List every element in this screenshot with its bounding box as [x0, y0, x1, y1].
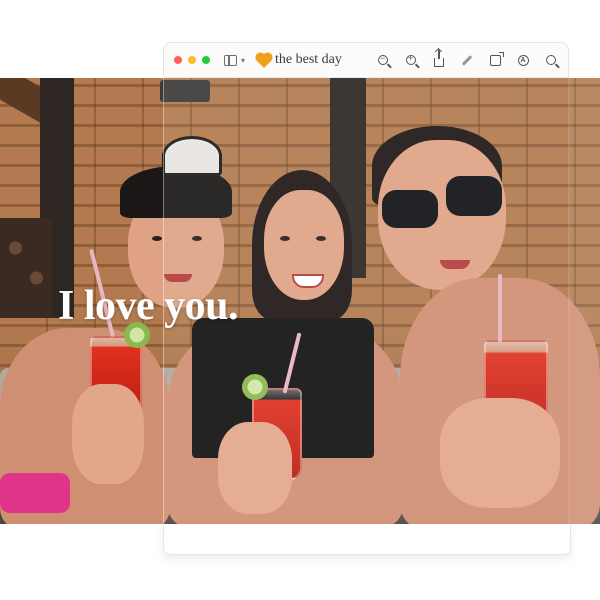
preview-window-bottom — [163, 524, 571, 555]
sidebar-toggle-button[interactable]: ▾ — [224, 54, 246, 66]
rotate-icon — [489, 51, 504, 66]
markup-button[interactable]: A — [516, 53, 530, 67]
window-title: the best day — [256, 52, 342, 69]
share-button[interactable] — [432, 49, 446, 67]
hand — [72, 384, 144, 484]
window-controls — [174, 56, 210, 64]
zoom-out-button[interactable]: − — [376, 53, 390, 67]
toolbar-tools: − + A — [376, 49, 558, 67]
minimize-button[interactable] — [188, 56, 196, 64]
zoom-out-icon: − — [378, 54, 388, 65]
share-icon — [434, 49, 444, 67]
close-button[interactable] — [174, 56, 182, 64]
rotate-button[interactable] — [488, 51, 504, 67]
chevron-down-icon: ▾ — [241, 55, 246, 65]
highlight-pen-icon — [461, 54, 473, 66]
zoom-in-button[interactable]: + — [404, 53, 418, 67]
overlay-love-text: I love you. — [58, 283, 239, 329]
search-button[interactable] — [544, 53, 558, 67]
preview-window-edge — [568, 78, 600, 524]
zoom-in-icon: + — [406, 54, 416, 65]
decorative-screen — [0, 218, 52, 318]
pink-swimsuit — [0, 473, 70, 513]
document-title: the best day — [275, 52, 342, 67]
eye — [152, 236, 162, 241]
zoom-button[interactable] — [202, 56, 210, 64]
markup-icon: A — [517, 54, 529, 66]
preview-toolbar: ▾ the best day − + A — [163, 42, 569, 78]
search-icon — [546, 55, 556, 65]
highlight-button[interactable] — [460, 53, 474, 67]
sidebar-icon — [224, 54, 237, 66]
heart-icon — [256, 53, 272, 69]
